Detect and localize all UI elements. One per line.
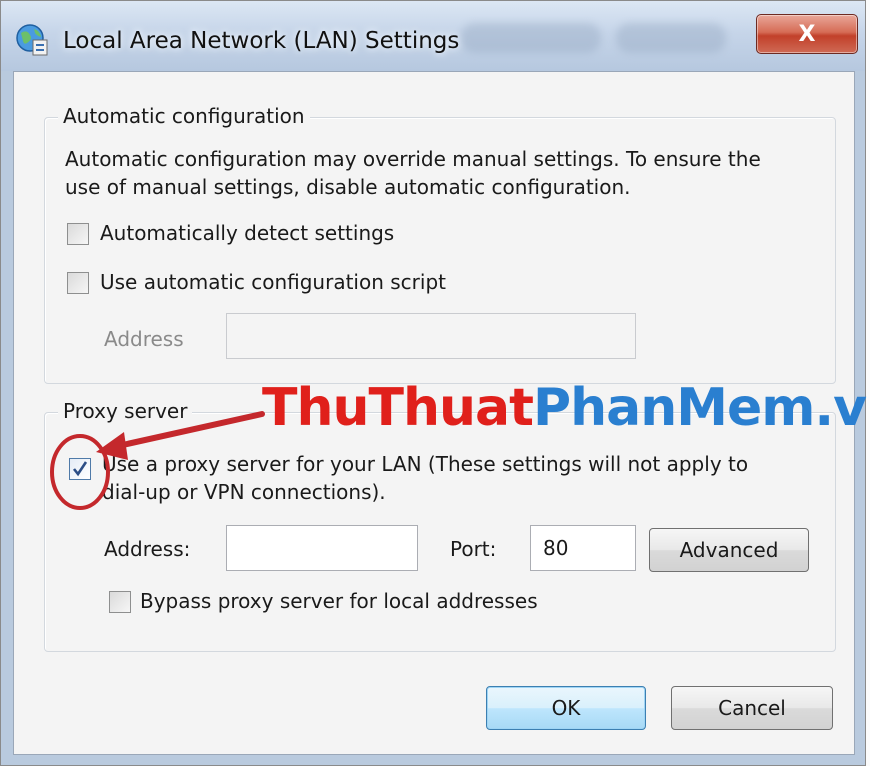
use-proxy-checkbox[interactable]	[69, 458, 91, 480]
close-icon: X	[798, 21, 816, 47]
proxy-port-label: Port:	[450, 537, 497, 561]
script-address-label: Address	[104, 327, 184, 351]
bypass-local-checkbox[interactable]	[109, 591, 131, 613]
use-proxy-label-line2[interactable]: dial-up or VPN connections).	[102, 480, 386, 504]
window-title: Local Area Network (LAN) Settings	[63, 28, 460, 54]
close-button[interactable]: X	[756, 14, 858, 54]
watermark-logo: ThuThuatPhanMem.vn	[262, 378, 870, 438]
ok-button[interactable]: OK	[486, 686, 646, 730]
title-bar[interactable]: Local Area Network (LAN) Settings X	[1, 1, 865, 71]
detect-settings-label[interactable]: Automatically detect settings	[100, 221, 394, 245]
detect-settings-checkbox[interactable]	[67, 223, 89, 245]
checkmark-icon	[72, 461, 88, 477]
proxy-port-field[interactable]: 80	[530, 525, 636, 571]
auto-config-description-line1: Automatic configuration may override man…	[65, 147, 761, 171]
watermark-part1: ThuThuat	[262, 378, 534, 438]
background-blur	[616, 23, 726, 53]
script-address-field[interactable]	[226, 313, 636, 359]
ok-button-label: OK	[551, 696, 581, 720]
network-globe-icon	[16, 24, 48, 56]
advanced-button[interactable]: Advanced	[649, 528, 809, 572]
use-proxy-label-line1[interactable]: Use a proxy server for your LAN (These s…	[102, 452, 748, 476]
auto-script-checkbox[interactable]	[67, 272, 89, 294]
watermark-part2: PhanMem.vn	[532, 378, 870, 438]
background-blur	[461, 23, 601, 53]
proxy-address-label: Address:	[104, 537, 191, 561]
advanced-button-label: Advanced	[679, 538, 779, 562]
cancel-button-label: Cancel	[718, 696, 786, 720]
proxy-address-field[interactable]	[226, 525, 418, 571]
cancel-button[interactable]: Cancel	[671, 686, 833, 730]
auto-config-description-line2: use of manual settings, disable automati…	[65, 175, 631, 199]
bypass-local-label[interactable]: Bypass proxy server for local addresses	[140, 589, 538, 613]
auto-script-label[interactable]: Use automatic configuration script	[100, 270, 446, 294]
proxy-port-value: 80	[543, 536, 569, 560]
auto-config-legend: Automatic configuration	[58, 104, 310, 128]
proxy-server-legend: Proxy server	[58, 399, 193, 423]
